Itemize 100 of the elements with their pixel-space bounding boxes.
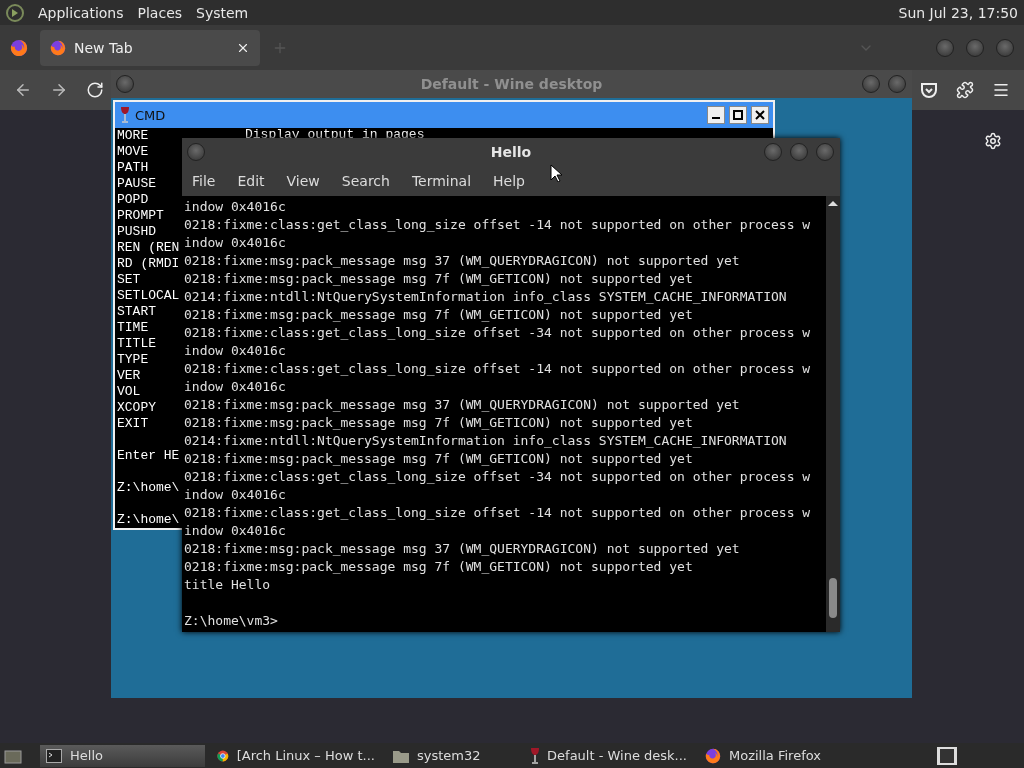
firefox-icon bbox=[10, 38, 28, 57]
console-line: REN (REN bbox=[117, 240, 181, 256]
cursor-icon bbox=[550, 164, 562, 182]
panel-menu[interactable]: System bbox=[196, 4, 249, 21]
terminal-line: 0218:fixme:msg:pack_message msg 7f (WM_GETICON) not supported yet bbox=[184, 270, 694, 288]
terminal-line: 0218:fixme:class:get_class_long_size offset -14 not supported on other process w bbox=[184, 216, 812, 234]
console-line: Enter HE bbox=[117, 447, 181, 464]
extensions-icon[interactable] bbox=[956, 81, 974, 99]
terminal-line: 0218:fixme:class:get_class_long_size offset -14 not supported on other process w bbox=[184, 504, 812, 522]
menu-item[interactable]: Terminal bbox=[411, 173, 472, 189]
window-button[interactable] bbox=[966, 38, 984, 57]
console-line: PAUSE bbox=[117, 176, 157, 192]
menu-icon[interactable] bbox=[992, 81, 1010, 99]
terminal-line: 0218:fixme:msg:pack_message msg 7f (WM_GETICON) not supported yet bbox=[184, 558, 694, 576]
terminal-line: 0218:fixme:class:get_class_long_size offset -34 not supported on other process w bbox=[184, 324, 812, 342]
terminal-line: 0218:fixme:msg:pack_message msg 7f (WM_GETICON) not supported yet bbox=[184, 306, 694, 324]
terminal-line: indow 0x4016c bbox=[184, 342, 287, 360]
console-line: POPD bbox=[117, 192, 150, 208]
firefox-icon bbox=[705, 747, 721, 764]
window-button[interactable] bbox=[816, 143, 834, 161]
terminal-line: 0214:fixme:ntdll:NtQuerySystemInformation info_class SYSTEM_CACHE_INFORMATION bbox=[184, 288, 788, 306]
window-button[interactable] bbox=[888, 75, 906, 93]
scrollbar-thumb[interactable] bbox=[829, 578, 837, 618]
window-title: Default - Wine desktop bbox=[420, 76, 603, 92]
terminal-icon bbox=[46, 748, 62, 763]
console-line: TIME bbox=[117, 320, 150, 336]
console-line: PATH bbox=[117, 160, 150, 176]
menu-item[interactable]: File bbox=[192, 173, 216, 189]
menu-item[interactable]: View bbox=[286, 173, 320, 189]
window-button[interactable] bbox=[116, 75, 134, 93]
window-button[interactable] bbox=[996, 38, 1014, 57]
firefox-icon bbox=[50, 39, 66, 56]
menu-item[interactable]: Help bbox=[493, 173, 525, 189]
taskbar-item[interactable]: Hello bbox=[40, 744, 205, 767]
window-button[interactable] bbox=[936, 38, 954, 57]
taskbar-item[interactable]: Mozilla Firefox bbox=[699, 744, 839, 767]
scrollbar[interactable] bbox=[826, 196, 840, 632]
taskbar-item[interactable]: system32 bbox=[387, 744, 517, 767]
terminal-line: 0218:fixme:msg:pack_message msg 37 (WM_QUERYDRAGICON) not supported yet bbox=[184, 396, 741, 414]
show-desktop-icon[interactable] bbox=[4, 747, 22, 764]
console-line: VOL bbox=[117, 384, 142, 400]
terminal-line: 0218:fixme:class:get_class_long_size offset -14 not supported on other process w bbox=[184, 360, 812, 378]
logo-icon[interactable] bbox=[6, 3, 24, 22]
console-line: PUSHD bbox=[117, 224, 157, 240]
terminal-line: 0218:fixme:msg:pack_message msg 7f (WM_GETICON) not supported yet bbox=[184, 450, 694, 468]
console-line: RD (RMDI bbox=[117, 256, 181, 272]
minimize-button[interactable] bbox=[707, 106, 725, 124]
console-line: MOVE bbox=[117, 144, 150, 160]
clock: Sun Jul 23, 17:50 bbox=[898, 4, 1018, 21]
console-line: XCOPY bbox=[117, 400, 157, 416]
terminal-line: indow 0x4016c bbox=[184, 486, 287, 504]
menu-item[interactable]: Search bbox=[341, 173, 390, 189]
menu-item[interactable]: Edit bbox=[237, 173, 265, 189]
folder-icon bbox=[393, 748, 409, 763]
workspace-switcher-icon[interactable] bbox=[936, 745, 958, 766]
maximize-button[interactable] bbox=[729, 106, 747, 124]
terminal-line: indow 0x4016c bbox=[184, 198, 287, 216]
console-line: Z:\home\ bbox=[117, 479, 181, 496]
console-line: SET bbox=[117, 272, 142, 288]
wine-glass-icon bbox=[529, 746, 540, 765]
back-icon[interactable] bbox=[14, 81, 32, 99]
forward-icon[interactable] bbox=[50, 81, 68, 99]
window-title: CMD bbox=[135, 107, 167, 123]
panel-menu[interactable]: Places bbox=[137, 4, 183, 21]
console-line: Z:\home\ bbox=[117, 511, 181, 528]
terminal-line: title Hello bbox=[184, 576, 272, 594]
terminal-line: indow 0x4016c bbox=[184, 234, 287, 252]
terminal-line: 0218:fixme:msg:pack_message msg 37 (WM_QUERYDRAGICON) not supported yet bbox=[184, 540, 741, 558]
wine-glass-icon bbox=[119, 106, 131, 124]
terminal-line: indow 0x4016c bbox=[184, 378, 287, 396]
window-button[interactable] bbox=[764, 143, 782, 161]
terminal-line: 0218:fixme:msg:pack_message msg 7f (WM_GETICON) not supported yet bbox=[184, 414, 694, 432]
settings-icon[interactable] bbox=[984, 132, 1002, 150]
pocket-icon[interactable] bbox=[920, 81, 938, 99]
maximize-icon bbox=[733, 110, 743, 120]
terminal-prompt: Z:\home\vm3> bbox=[184, 612, 279, 630]
terminal-line: 0218:fixme:msg:pack_message msg 37 (WM_QUERYDRAGICON) not supported yet bbox=[184, 252, 741, 270]
console-line: MORE bbox=[117, 128, 150, 144]
window-button[interactable] bbox=[187, 143, 205, 161]
console-line: SETLOCAL bbox=[117, 288, 181, 304]
taskbar-item[interactable]: Default - Wine desk... bbox=[523, 744, 693, 767]
reload-icon[interactable] bbox=[86, 81, 104, 99]
browser-tab[interactable]: New Tab bbox=[40, 29, 260, 66]
window-button[interactable] bbox=[790, 143, 808, 161]
terminal-line: indow 0x4016c bbox=[184, 522, 287, 540]
terminal-line: 0214:fixme:ntdll:NtQuerySystemInformation info_class SYSTEM_CACHE_INFORMATION bbox=[184, 432, 788, 450]
up-arrow-icon[interactable] bbox=[828, 200, 838, 206]
console-line: TITLE bbox=[117, 336, 157, 352]
console-line: TYPE bbox=[117, 352, 150, 368]
console-line: EXIT bbox=[117, 416, 150, 432]
window-title: Hello bbox=[490, 144, 532, 160]
terminal-line: 0218:fixme:class:get_class_long_size offset -34 not supported on other process w bbox=[184, 468, 812, 486]
console-line: PROMPT bbox=[117, 208, 165, 224]
close-button[interactable] bbox=[751, 106, 769, 124]
window-button[interactable] bbox=[862, 75, 880, 93]
console-line: VER bbox=[117, 368, 142, 384]
close-icon bbox=[755, 110, 765, 120]
console-line: START bbox=[117, 304, 157, 320]
panel-menu[interactable]: Applications bbox=[38, 4, 124, 21]
taskbar-item[interactable]: [Arch Linux – How t... bbox=[211, 744, 381, 767]
